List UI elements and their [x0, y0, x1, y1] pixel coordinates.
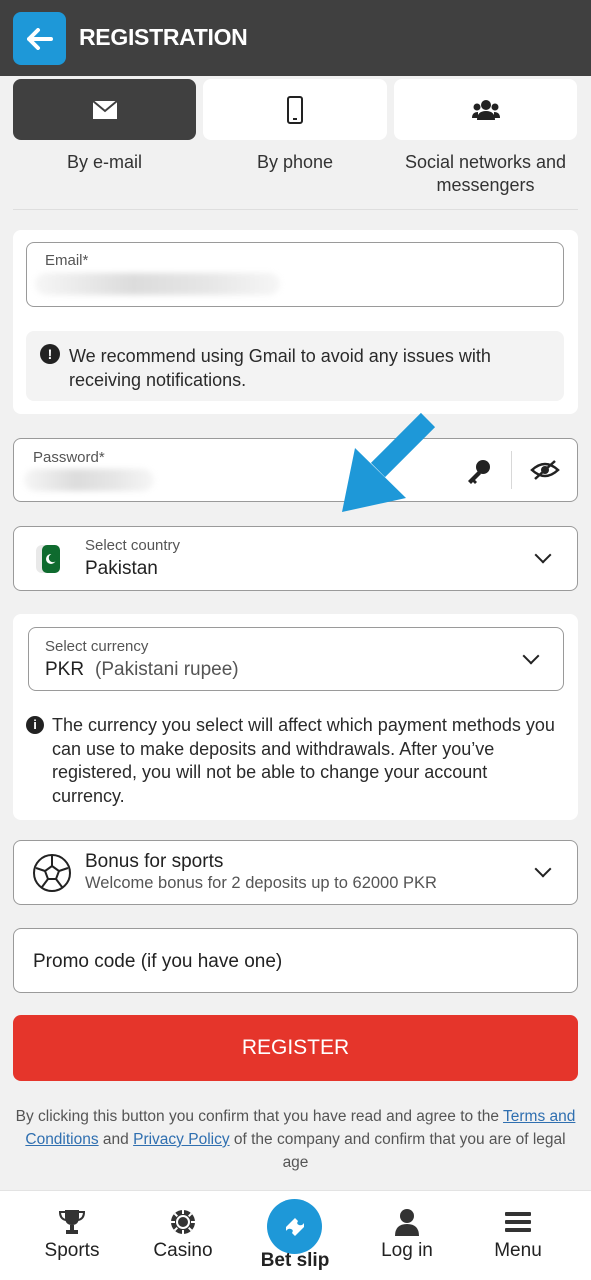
email-notice: ! We recommend using Gmail to avoid any …	[26, 331, 564, 401]
trophy-icon	[58, 1210, 86, 1234]
nav-menu[interactable]: Menu	[463, 1191, 573, 1280]
envelope-icon	[91, 99, 118, 119]
promo-code-placeholder: Promo code (if you have one)	[33, 951, 283, 972]
divider	[13, 209, 578, 210]
tab-by-phone[interactable]	[203, 79, 387, 140]
phone-icon	[287, 95, 303, 124]
tab-social-networks[interactable]	[394, 79, 577, 140]
tab-label-phone: By phone	[256, 152, 334, 172]
bonus-select[interactable]: Bonus for sports Welcome bonus for 2 dep…	[13, 840, 578, 905]
eye-off-icon[interactable]	[530, 459, 560, 481]
bonus-title: Bonus for sports	[85, 851, 224, 872]
privacy-policy-link[interactable]: Privacy Policy	[133, 1131, 229, 1148]
tab-label-social: Social networks and messengers	[404, 152, 567, 195]
legal-part2: and	[98, 1131, 134, 1148]
chevron-down-icon	[534, 546, 552, 564]
currency-select[interactable]: Select currency PKR (Pakistani rupee)	[28, 627, 564, 691]
info-icon: i	[26, 716, 44, 734]
nav-sports-label: Sports	[44, 1240, 100, 1261]
key-icon[interactable]	[465, 457, 493, 485]
email-value-redacted	[35, 273, 280, 295]
nav-bet-slip[interactable]	[267, 1199, 322, 1254]
nav-menu-label: Menu	[494, 1240, 542, 1261]
password-value-redacted	[24, 469, 154, 491]
casino-chip-icon	[171, 1210, 195, 1234]
alert-icon: !	[40, 344, 60, 364]
bottom-nav: Sports Casino Bet slip Log in Menu	[0, 1190, 591, 1280]
page-title: REGISTRATION	[79, 24, 248, 50]
password-field[interactable]: Password*	[13, 438, 578, 502]
currency-name: (Pakistani rupee)	[95, 659, 239, 680]
currency-notice-text: The currency you select will affect whic…	[52, 715, 555, 806]
soccer-ball-icon	[33, 854, 71, 892]
email-notice-text: We recommend using Gmail to avoid any is…	[69, 346, 491, 390]
pointer-arrow-icon	[342, 412, 436, 512]
nav-log-in-label: Log in	[381, 1240, 433, 1261]
currency-label: Select currency	[45, 638, 149, 655]
email-label: Email*	[45, 252, 89, 269]
password-label: Password*	[33, 449, 105, 466]
chevron-down-icon	[522, 647, 540, 665]
nav-casino[interactable]: Casino	[128, 1191, 238, 1280]
email-field[interactable]: Email*	[26, 242, 564, 307]
register-button[interactable]: REGISTER	[13, 1015, 578, 1081]
nav-bet-slip-label: Bet slip	[260, 1250, 330, 1271]
country-label: Select country	[85, 537, 181, 554]
app-header: REGISTRATION	[0, 0, 591, 76]
nav-sports[interactable]: Sports	[17, 1191, 127, 1280]
tab-by-email[interactable]	[13, 79, 196, 140]
back-button[interactable]	[13, 12, 66, 65]
nav-log-in[interactable]: Log in	[352, 1191, 462, 1280]
ticket-icon	[285, 1217, 304, 1236]
users-icon	[471, 99, 500, 120]
separator	[511, 451, 512, 489]
arrow-left-icon	[26, 27, 53, 50]
country-select[interactable]: Select country Pakistan	[13, 526, 578, 591]
tab-label-email: By e-mail	[66, 152, 142, 172]
chevron-down-icon	[534, 860, 552, 878]
legal-part3: of the company and confirm that you are …	[229, 1131, 566, 1171]
currency-code: PKR	[45, 659, 85, 680]
pakistan-flag-icon	[36, 545, 60, 573]
bonus-subtitle: Welcome bonus for 2 deposits up to 62000…	[85, 874, 437, 892]
country-value: Pakistan	[85, 558, 158, 579]
legal-text: By clicking this button you confirm that…	[13, 1105, 578, 1174]
promo-code-input[interactable]: Promo code (if you have one)	[13, 928, 578, 993]
user-icon	[395, 1209, 419, 1236]
legal-part1: By clicking this button you confirm that…	[15, 1108, 504, 1125]
nav-casino-label: Casino	[153, 1240, 213, 1261]
hamburger-icon	[505, 1212, 531, 1232]
